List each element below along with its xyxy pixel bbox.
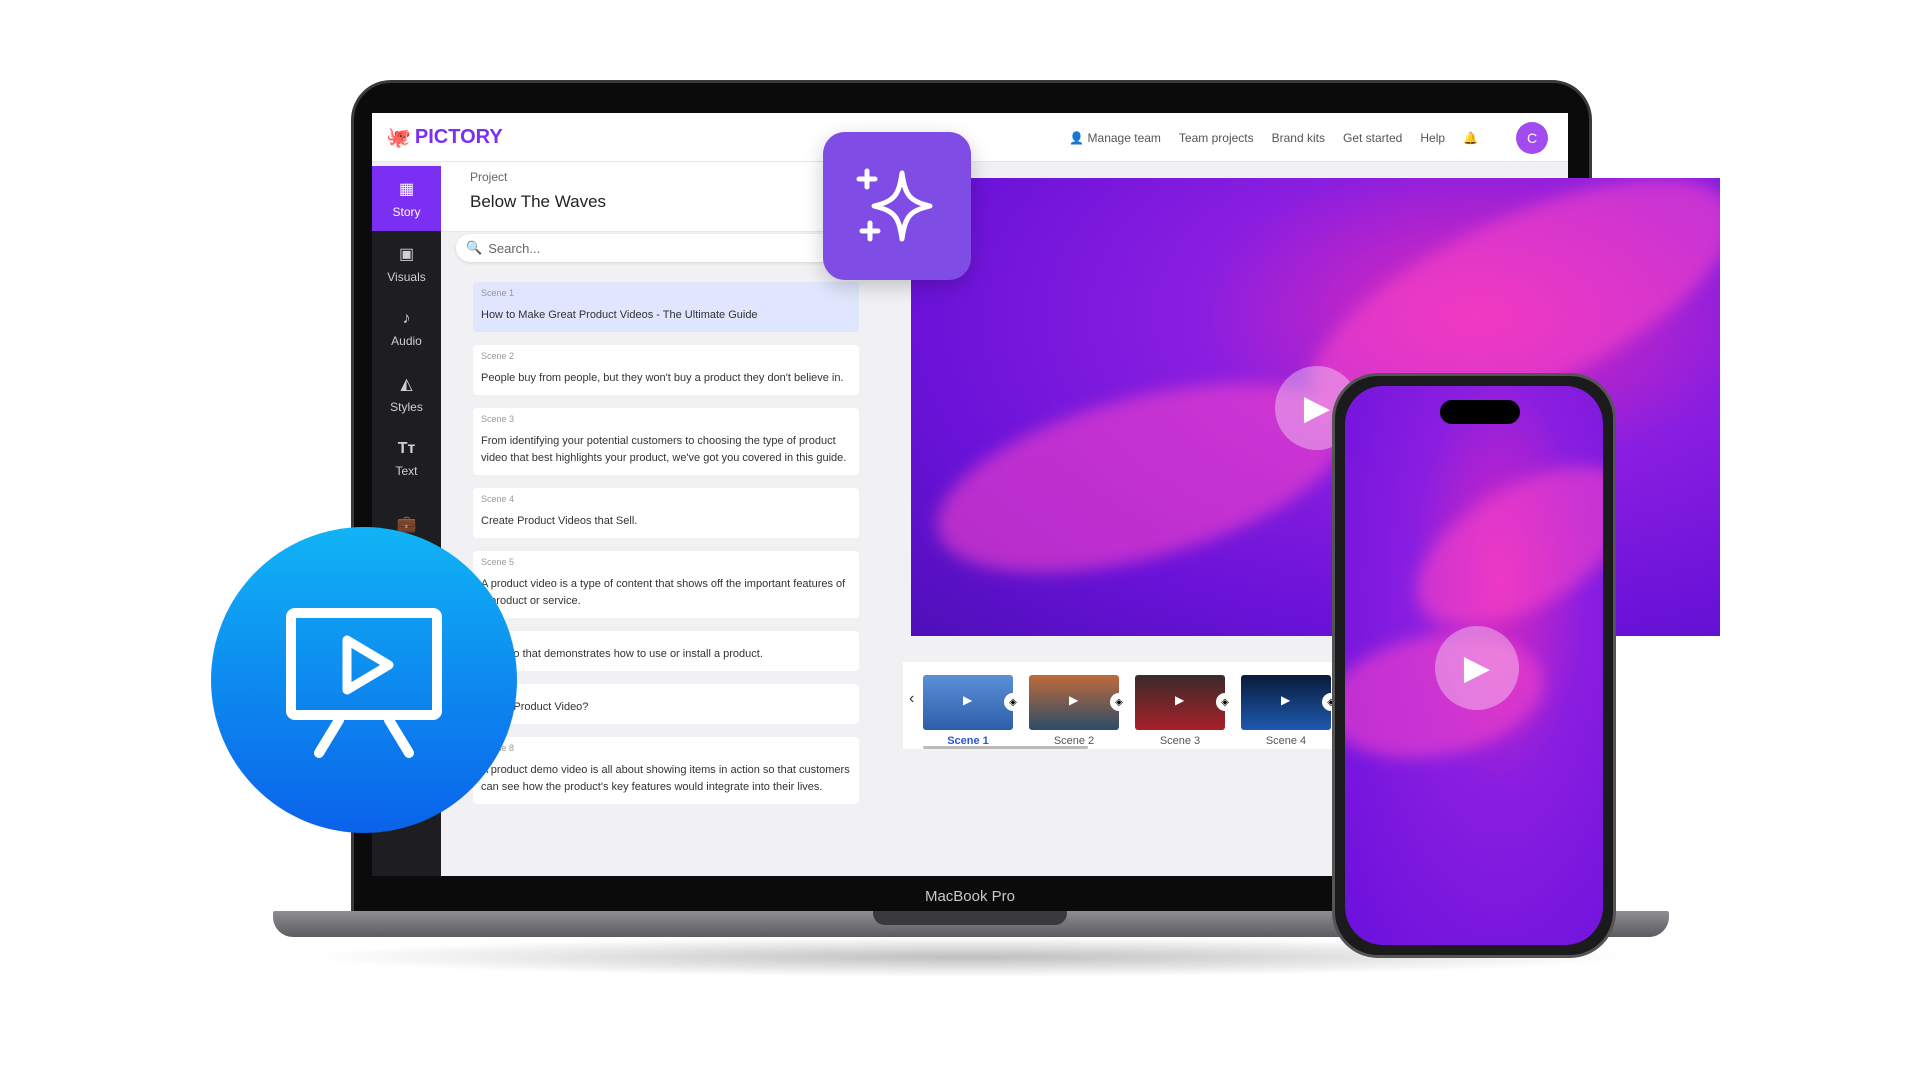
sidebar-item-story[interactable]: ▦ Story (372, 166, 441, 231)
sidebar-label: Story (392, 204, 421, 219)
scene-thumbnail-label[interactable]: Scene 4 (1241, 735, 1331, 747)
nav-get-started[interactable]: Get started (1343, 131, 1402, 145)
shapes-icon: ◭ (400, 375, 413, 393)
project-header: Project Below The Waves (441, 162, 841, 232)
layers-icon[interactable]: ◈ (1216, 693, 1234, 711)
sidebar-item-styles[interactable]: ◭ Styles (372, 361, 441, 426)
play-icon: ▶ (1463, 649, 1491, 687)
scene-thumbnail[interactable]: ▶ ◈ (1135, 675, 1234, 730)
music-icon: ♪ (402, 309, 411, 327)
phone-mockup: ▶ (1332, 373, 1616, 958)
scene-card[interactable]: Scene 5 A product video is a type of cont… (473, 551, 859, 618)
sidebar-label: Visuals (387, 269, 426, 284)
scene-label: Scene 4 (481, 494, 515, 504)
scene-text[interactable]: From identifying your potential customer… (481, 433, 851, 467)
scene-card[interactable]: to video that demonstrates how to use or… (473, 631, 859, 671)
play-icon: ▶ (1303, 389, 1331, 427)
play-icon: ▶ (963, 693, 973, 707)
bell-icon[interactable]: 🔔 (1463, 131, 1478, 145)
chevron-left-icon[interactable]: ‹ (909, 690, 914, 708)
sidebar-item-text[interactable]: Tт Text (372, 426, 441, 491)
play-icon: ▶ (1069, 693, 1079, 707)
logo[interactable]: 🐙 PICTORY (386, 125, 503, 150)
scene-card[interactable]: Scene 1 How to Make Great Product Videos … (473, 282, 859, 332)
image-icon: ▣ (398, 245, 415, 263)
scene-card[interactable]: Scene 4 Create Product Videos that Sell. (473, 488, 859, 538)
scene-thumbnail[interactable]: ▶ ◈ (1241, 675, 1340, 730)
scene-card[interactable]: Scene 2 People buy from people, but they … (473, 345, 859, 395)
scene-list: Scene 1 How to Make Great Product Videos … (473, 282, 859, 817)
device-label: MacBook Pro (924, 888, 1016, 905)
play-icon: ▶ (1175, 693, 1185, 707)
nav-label: Manage team (1087, 130, 1161, 145)
avatar-initial: C (1526, 129, 1538, 146)
scene-text[interactable]: People buy from people, but they won't b… (481, 370, 851, 387)
ai-sparkle-badge (823, 132, 971, 280)
scene-label: Scene 2 (481, 351, 515, 361)
avatar[interactable]: C (1516, 121, 1548, 154)
nav-links: 👤 Manage team Team projects Brand kits G… (1069, 113, 1548, 162)
scene-thumbnail[interactable]: ▶ ◈ (1029, 675, 1128, 730)
sparkle-icon (856, 168, 933, 242)
scene-card[interactable]: Scene 8 A product demo video is all about… (473, 737, 859, 804)
scene-text[interactable]: to video that demonstrates how to use or… (481, 646, 851, 663)
search-placeholder: Search... (488, 240, 541, 256)
dynamic-island (1440, 400, 1520, 424)
scene-card[interactable]: at is a Product Video? (473, 684, 859, 724)
user-add-icon: 👤 (1069, 130, 1088, 145)
project-label: Project (470, 170, 508, 184)
scene-thumbnail-label[interactable]: Scene 2 (1029, 735, 1119, 747)
scene-text[interactable]: A product demo video is all about showin… (481, 762, 851, 796)
phone-screen: ▶ (1345, 386, 1603, 945)
scene-text[interactable]: A product video is a type of content tha… (481, 576, 851, 610)
search-input[interactable]: 🔍 Search... (456, 234, 836, 262)
scene-text[interactable]: at is a Product Video? (481, 699, 851, 716)
sidebar-label: Text (395, 463, 418, 478)
layers-icon[interactable]: ◈ (1004, 693, 1022, 711)
scene-text[interactable]: Create Product Videos that Sell. (481, 513, 851, 530)
laptop-notch (873, 911, 1067, 925)
scene-thumbnail-label[interactable]: Scene 1 (923, 735, 1013, 747)
octopus-icon: 🐙 (386, 127, 411, 149)
sidebar-label: Styles (390, 399, 423, 414)
scene-card[interactable]: Scene 3 From identifying your potential c… (473, 408, 859, 475)
text-icon: Tт (397, 439, 416, 457)
play-icon: ▶ (1281, 693, 1291, 707)
sidebar-item-audio[interactable]: ♪ Audio (372, 296, 441, 361)
presentation-play-icon (286, 608, 442, 758)
logo-text: PICTORY (414, 126, 503, 148)
scene-label: Scene 5 (481, 557, 515, 567)
scene-thumbnail-label[interactable]: Scene 3 (1135, 735, 1225, 747)
sidebar-label: Audio (391, 333, 422, 348)
scene-label: Scene 1 (481, 288, 515, 298)
scene-text[interactable]: How to Make Great Product Videos - The U… (481, 307, 851, 324)
layers-icon[interactable]: ◈ (1110, 693, 1128, 711)
scene-label: Scene 8 (481, 743, 851, 753)
grid-icon: ▦ (398, 180, 415, 198)
sidebar-item-visuals[interactable]: ▣ Visuals (372, 231, 441, 296)
phone-play-button[interactable]: ▶ (1435, 626, 1519, 710)
nav-team-projects[interactable]: Team projects (1179, 131, 1254, 145)
search-icon: 🔍 (466, 240, 483, 255)
project-title[interactable]: Below The Waves (470, 192, 841, 212)
nav-manage-team[interactable]: 👤 Manage team (1069, 131, 1161, 145)
nav-brand-kits[interactable]: Brand kits (1272, 131, 1325, 145)
scene-label: Scene 3 (481, 414, 515, 424)
scene-thumbnail[interactable]: ▶ ◈ (923, 675, 1022, 730)
nav-help[interactable]: Help (1420, 131, 1445, 145)
presentation-badge (211, 527, 517, 833)
